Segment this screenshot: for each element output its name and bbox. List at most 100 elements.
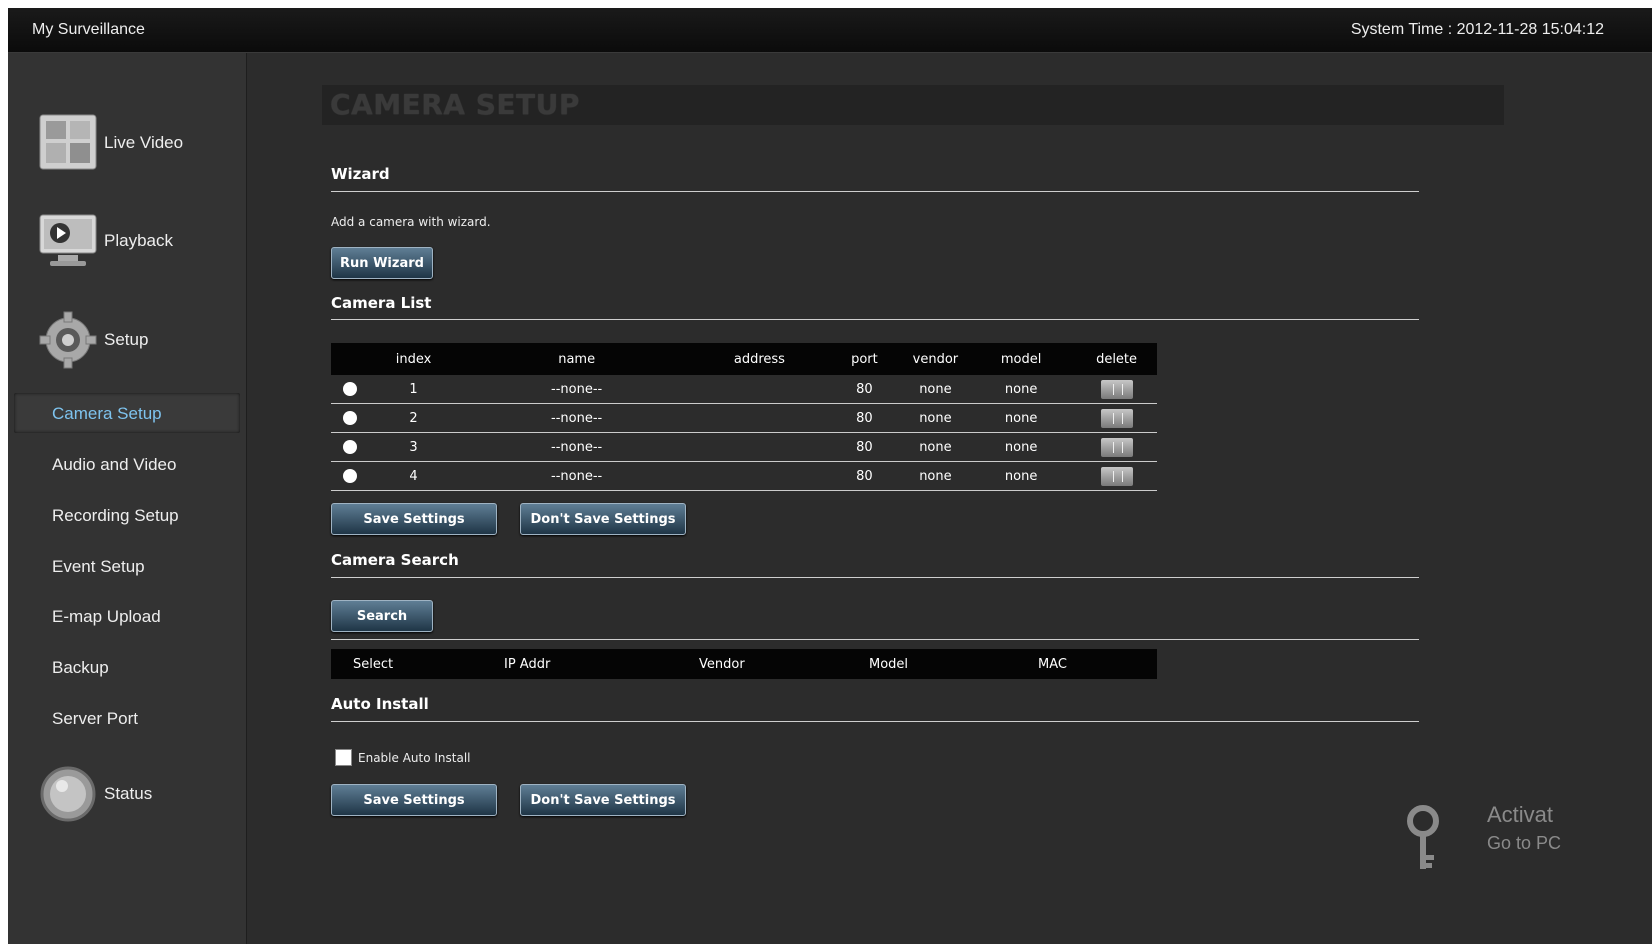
delete-trash-icon[interactable] xyxy=(1100,466,1133,486)
cell-name: --none-- xyxy=(458,403,695,433)
main-content: CAMERA SETUP Wizard Add a camera with wi… xyxy=(247,53,1652,944)
app-title: My Surveillance xyxy=(32,21,145,38)
run-wizard-button[interactable]: Run Wizard xyxy=(331,247,433,279)
column-header-select xyxy=(331,343,369,375)
column-header-address: address xyxy=(694,343,825,375)
camera-list-table: index name address port vendor model del… xyxy=(331,343,1157,491)
column-header-vendor: vendor xyxy=(904,343,967,375)
column-header-name: name xyxy=(458,343,695,375)
sidebar-item-status[interactable]: Status xyxy=(38,764,152,824)
column-header-vendor: Vendor xyxy=(699,657,745,672)
column-header-delete: delete xyxy=(1076,343,1157,375)
dont-save-settings-button[interactable]: Don't Save Settings xyxy=(520,503,686,535)
section-heading-camera-list: Camera List xyxy=(331,294,432,312)
sidebar-item-recording-setup[interactable]: Recording Setup xyxy=(52,506,179,526)
cell-address xyxy=(694,403,825,433)
playback-icon xyxy=(38,211,98,271)
auto-install-dont-save-settings-button[interactable]: Don't Save Settings xyxy=(520,784,686,816)
top-bar: My Surveillance System Time : 2012-11-28… xyxy=(8,8,1652,53)
cell-vendor: none xyxy=(904,403,967,433)
sidebar-item-emap-upload[interactable]: E-map Upload xyxy=(52,607,161,627)
cell-name: --none-- xyxy=(458,461,695,491)
section-heading-auto-install: Auto Install xyxy=(331,695,429,713)
cell-address xyxy=(694,375,825,404)
column-header-mac: MAC xyxy=(1038,657,1067,672)
column-header-port: port xyxy=(824,343,905,375)
cell-vendor: none xyxy=(904,375,967,404)
search-button[interactable]: Search xyxy=(331,600,433,632)
cell-port: 80 xyxy=(824,461,905,491)
camera-select-radio[interactable] xyxy=(342,411,357,425)
column-header-model: model xyxy=(966,343,1077,375)
divider xyxy=(331,639,1419,640)
sidebar-item-label: Setup xyxy=(104,330,149,349)
sidebar-item-setup[interactable]: Setup xyxy=(38,310,148,370)
sidebar-item-server-port[interactable]: Server Port xyxy=(52,709,138,729)
sidebar-item-camera-setup[interactable]: Camera Setup xyxy=(52,404,162,424)
divider xyxy=(331,577,1419,578)
watermark-line-1: Activat xyxy=(1487,802,1554,827)
sidebar-item-label: Live Video xyxy=(104,133,184,152)
setup-gear-icon xyxy=(38,310,98,370)
cell-port: 80 xyxy=(824,375,905,404)
activation-watermark: Activat Go to PC xyxy=(1415,801,1561,857)
enable-auto-install-label: Enable Auto Install xyxy=(358,750,471,765)
enable-auto-install-row[interactable]: Enable Auto Install xyxy=(335,749,471,766)
divider xyxy=(331,721,1419,722)
camera-select-radio[interactable] xyxy=(342,382,357,396)
delete-trash-icon[interactable] xyxy=(1100,379,1133,399)
sidebar: Live Video Playback Setup Camera Setup A… xyxy=(8,53,247,944)
camera-select-radio[interactable] xyxy=(342,469,357,483)
cell-port: 80 xyxy=(824,432,905,462)
cell-model: none xyxy=(966,461,1077,491)
delete-trash-icon[interactable] xyxy=(1100,437,1133,457)
cell-name: --none-- xyxy=(458,432,695,462)
cell-index: 2 xyxy=(368,403,459,433)
delete-trash-icon[interactable] xyxy=(1100,408,1133,428)
cell-vendor: none xyxy=(904,461,967,491)
cell-index: 4 xyxy=(368,461,459,491)
sidebar-item-event-setup[interactable]: Event Setup xyxy=(52,557,145,577)
sidebar-item-audio-and-video[interactable]: Audio and Video xyxy=(52,455,176,475)
watermark-line-2: Go to PC xyxy=(1487,833,1562,853)
cell-index: 1 xyxy=(368,375,459,404)
sidebar-item-backup[interactable]: Backup xyxy=(52,658,109,678)
cell-name: --none-- xyxy=(458,375,695,404)
sidebar-item-live-video[interactable]: Live Video xyxy=(38,113,183,173)
column-header-index: index xyxy=(368,343,459,375)
cell-index: 3 xyxy=(368,432,459,462)
divider xyxy=(331,191,1419,192)
cell-port: 80 xyxy=(824,403,905,433)
divider xyxy=(331,319,1419,320)
system-time: System Time : 2012-11-28 15:04:12 xyxy=(1350,21,1604,38)
camera-select-radio[interactable] xyxy=(342,440,357,454)
cell-model: none xyxy=(966,432,1077,462)
cell-address xyxy=(694,461,825,491)
table-row: 4 --none-- 80 none none xyxy=(331,461,1157,491)
section-heading-camera-search: Camera Search xyxy=(331,551,459,569)
live-video-icon xyxy=(38,113,98,173)
save-settings-button[interactable]: Save Settings xyxy=(331,503,497,535)
wizard-description: Add a camera with wizard. xyxy=(331,215,491,229)
auto-install-save-settings-button[interactable]: Save Settings xyxy=(331,784,497,816)
status-icon xyxy=(38,764,98,824)
app-window: My Surveillance System Time : 2012-11-28… xyxy=(8,8,1652,944)
cell-address xyxy=(694,432,825,462)
table-row: 3 --none-- 80 none none xyxy=(331,432,1157,462)
table-row: 2 --none-- 80 none none xyxy=(331,403,1157,433)
sidebar-item-label: Playback xyxy=(104,231,173,250)
section-heading-wizard: Wizard xyxy=(331,165,390,183)
search-results-header: Select IP Addr Vendor Model MAC xyxy=(331,649,1157,679)
column-header-ip-addr: IP Addr xyxy=(504,657,551,672)
table-header-row: index name address port vendor model del… xyxy=(331,343,1157,375)
cell-model: none xyxy=(966,403,1077,433)
sidebar-item-label: Status xyxy=(104,784,153,803)
cell-vendor: none xyxy=(904,432,967,462)
table-row: 1 --none-- 80 none none xyxy=(331,375,1157,404)
column-header-select: Select xyxy=(353,657,394,672)
column-header-model: Model xyxy=(869,657,909,672)
cell-model: none xyxy=(966,375,1077,404)
sidebar-item-playback[interactable]: Playback xyxy=(38,211,173,271)
enable-auto-install-checkbox[interactable] xyxy=(335,749,352,766)
page-title: CAMERA SETUP xyxy=(322,85,1504,125)
